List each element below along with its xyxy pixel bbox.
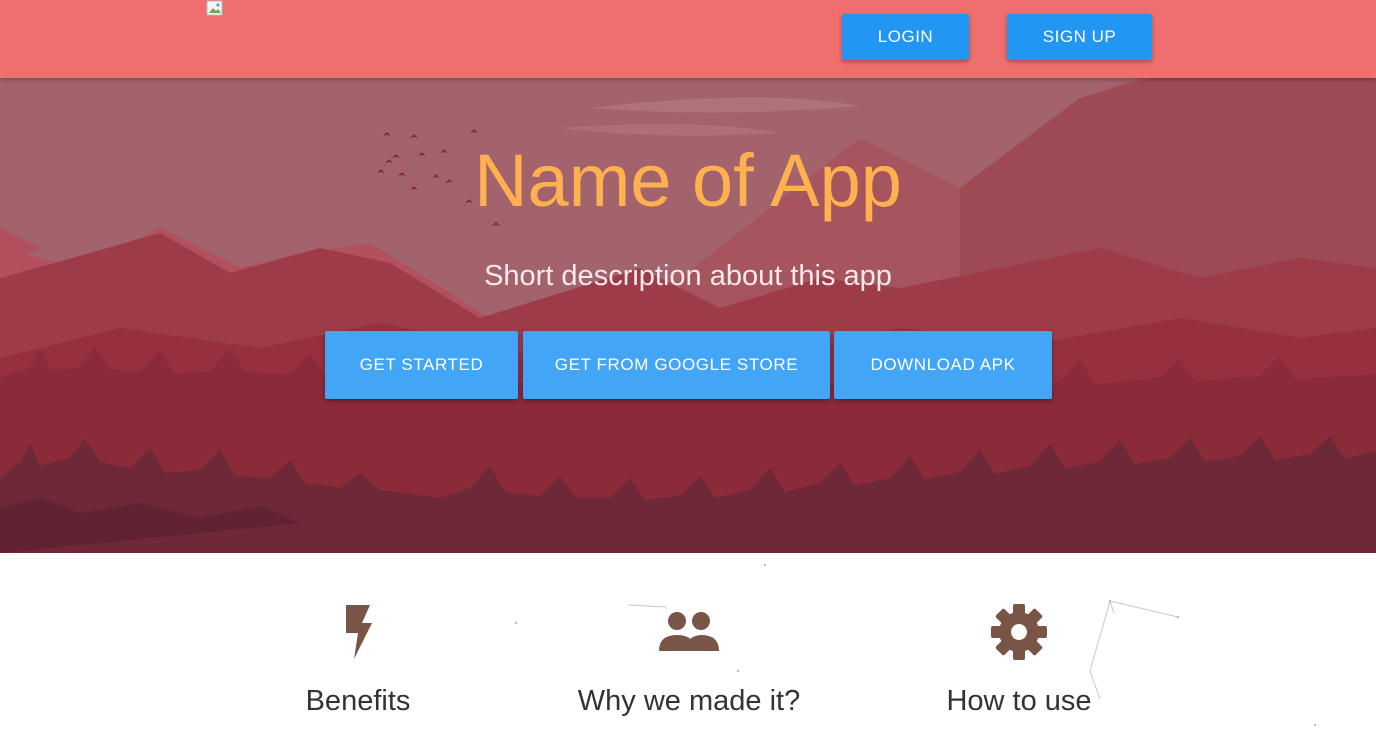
lightning-bolt-icon (346, 605, 372, 659)
people-icon (659, 612, 719, 651)
app-title: Name of App (474, 139, 902, 222)
features-section: Benefits Why we made it? How to use (0, 553, 1376, 736)
top-navbar: LOGIN SIGN UP (0, 0, 1376, 78)
feature-how-to-use: How to use (869, 603, 1169, 718)
feature-label: How to use (946, 685, 1092, 717)
download-apk-button[interactable]: DOWNLOAD APK (834, 331, 1052, 399)
signup-button[interactable]: SIGN UP (1007, 14, 1152, 60)
app-description: Short description about this app (484, 260, 892, 292)
google-store-button[interactable]: GET FROM GOOGLE STORE (523, 331, 830, 399)
gear-icon (991, 604, 1047, 660)
feature-benefits: Benefits (208, 603, 508, 718)
feature-why-we-made-it: Why we made it? (539, 603, 839, 718)
broken-logo-image (206, 0, 223, 16)
login-button[interactable]: LOGIN (842, 14, 969, 60)
feature-label: Benefits (305, 685, 411, 717)
hero-section: Name of App Short description about this… (0, 78, 1376, 553)
get-started-button[interactable]: GET STARTED (325, 331, 518, 399)
feature-label: Why we made it? (577, 685, 801, 717)
